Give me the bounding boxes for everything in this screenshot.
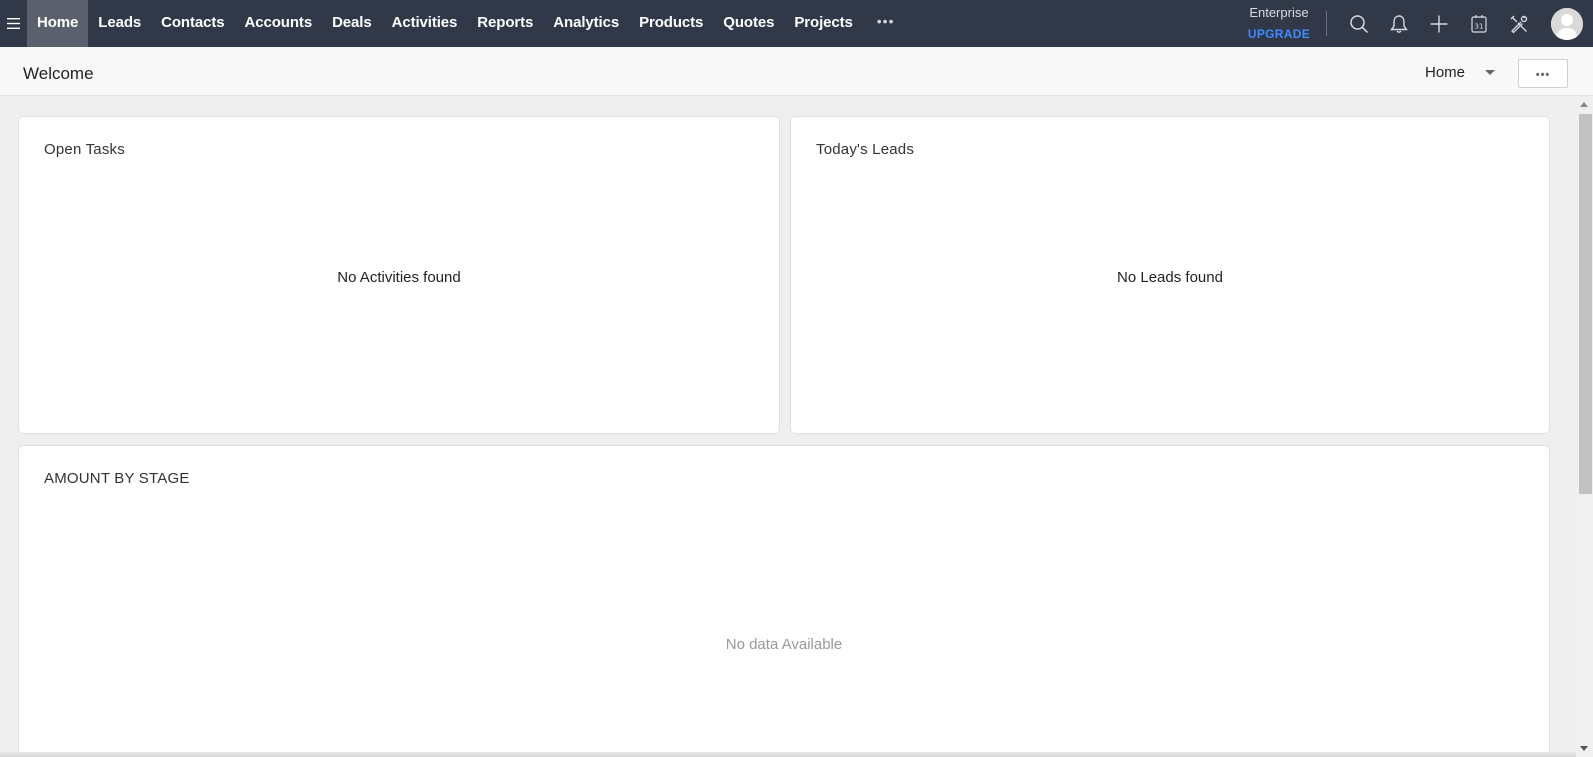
search-button[interactable] (1339, 0, 1379, 47)
hamburger-menu-icon (7, 18, 20, 29)
tab-contacts[interactable]: Contacts (151, 0, 234, 47)
scrollbar-thumb[interactable] (1579, 114, 1592, 494)
more-modules-button[interactable]: ••• (863, 0, 909, 47)
tab-quotes[interactable]: Quotes (713, 0, 784, 47)
calendar-icon: 31 (1471, 14, 1487, 33)
calendar-button[interactable]: 31 (1459, 0, 1499, 47)
tab-leads[interactable]: Leads (88, 0, 151, 47)
bell-icon (1390, 14, 1408, 33)
tab-reports[interactable]: Reports (467, 0, 543, 47)
page-header: Welcome Home ••• (0, 47, 1593, 96)
user-avatar-button[interactable] (1551, 7, 1583, 40)
todays-leads-card: Today's Leads No Leads found (790, 116, 1550, 434)
chevron-down-icon[interactable] (1485, 70, 1495, 75)
tools-icon (1510, 15, 1528, 33)
avatar-icon (1551, 7, 1583, 40)
tab-projects[interactable]: Projects (784, 0, 862, 47)
tab-activities[interactable]: Activities (382, 0, 468, 47)
open-tasks-card: Open Tasks No Activities found (18, 116, 780, 434)
hamburger-menu-button[interactable] (0, 0, 27, 47)
edition-name: Enterprise (1249, 5, 1309, 20)
dashboard-selector[interactable]: Home (1425, 64, 1465, 81)
scroll-up-arrow-icon[interactable] (1580, 102, 1588, 107)
empty-state-text: No Leads found (1117, 269, 1223, 286)
search-icon (1350, 14, 1369, 33)
module-tabs: Home Leads Contacts Accounts Deals Activ… (27, 0, 909, 47)
top-navigation-bar: Home Leads Contacts Accounts Deals Activ… (0, 0, 1593, 47)
nav-divider (1326, 11, 1327, 36)
card-title: Today's Leads (816, 141, 915, 158)
setup-button[interactable] (1499, 0, 1539, 47)
tab-products[interactable]: Products (629, 0, 713, 47)
ellipsis-icon: ••• (1535, 68, 1551, 81)
bottom-edge (0, 752, 1576, 757)
amount-by-stage-card: AMOUNT BY STAGE No data Available (18, 445, 1550, 757)
scroll-down-arrow-icon[interactable] (1580, 746, 1588, 751)
notifications-button[interactable] (1379, 0, 1419, 47)
tab-analytics[interactable]: Analytics (543, 0, 629, 47)
card-title: AMOUNT BY STAGE (44, 470, 190, 487)
tab-accounts[interactable]: Accounts (235, 0, 323, 47)
nav-right-actions: Enterprise UPGRADE 31 (1248, 0, 1593, 47)
tab-home[interactable]: Home (27, 0, 89, 47)
tab-deals[interactable]: Deals (322, 0, 382, 47)
edition-info: Enterprise UPGRADE (1248, 5, 1310, 42)
plus-icon (1430, 15, 1448, 32)
calendar-day: 31 (1475, 22, 1484, 30)
empty-state-text: No data Available (725, 636, 843, 653)
vertical-scrollbar[interactable] (1576, 96, 1593, 757)
create-new-button[interactable] (1419, 0, 1459, 47)
empty-state-text: No Activities found (337, 269, 461, 286)
card-title: Open Tasks (44, 141, 125, 158)
more-options-button[interactable]: ••• (1518, 59, 1568, 88)
page-title: Welcome (23, 64, 94, 83)
upgrade-link[interactable]: UPGRADE (1248, 26, 1310, 42)
